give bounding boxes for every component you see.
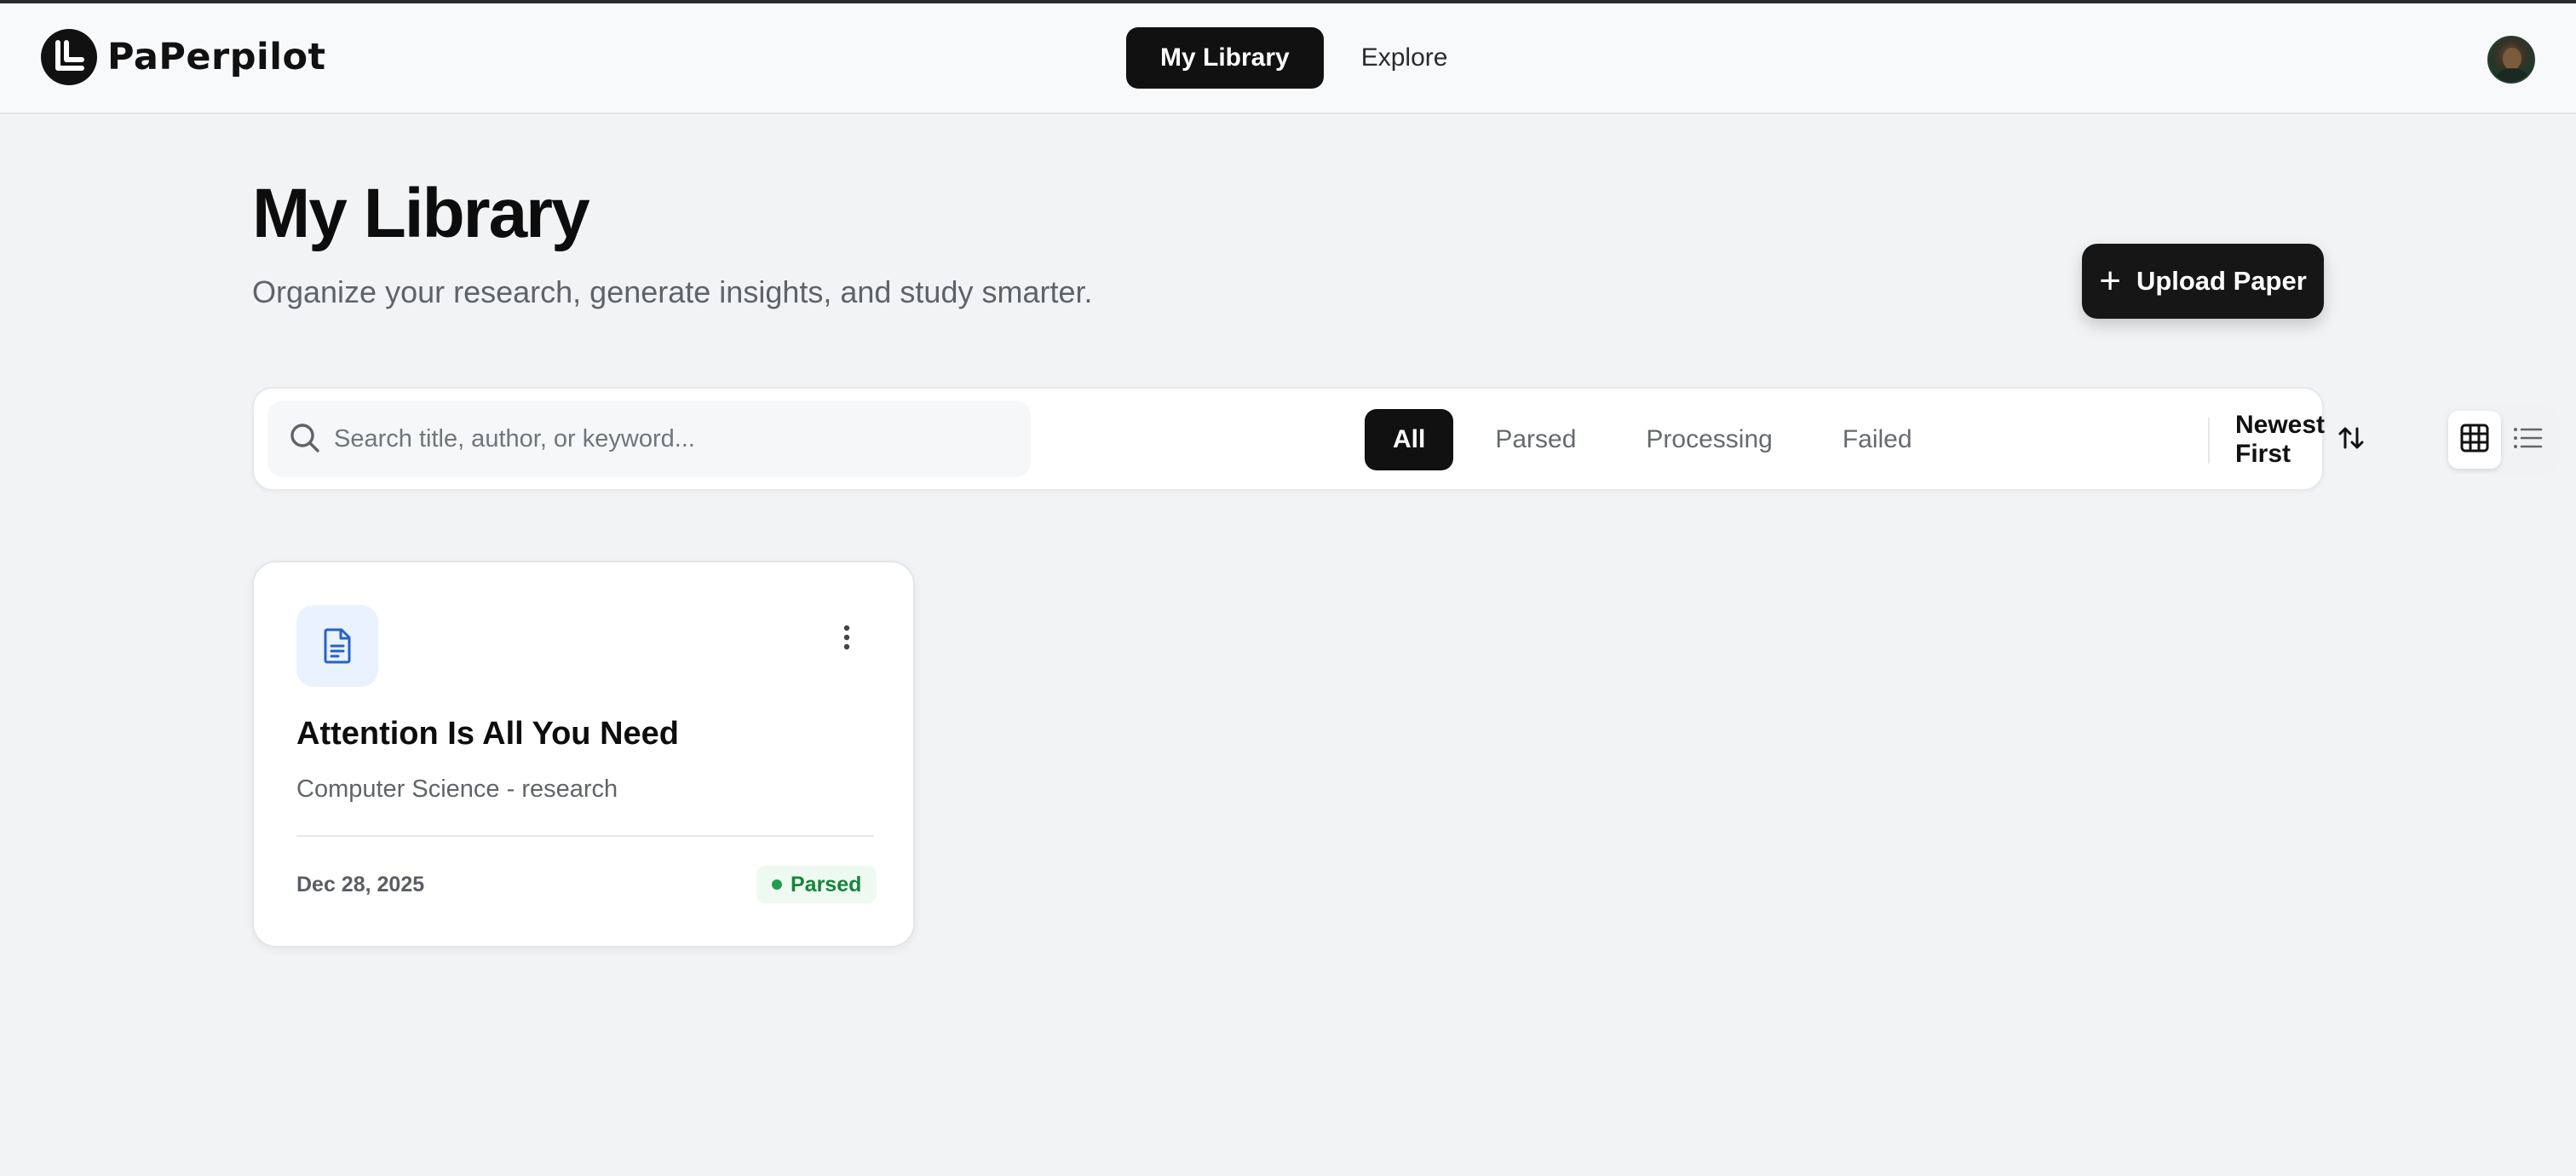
grid-icon: [2459, 423, 2490, 458]
paper-title[interactable]: Attention Is All You Need: [296, 716, 679, 752]
filter-failed[interactable]: Failed: [1814, 409, 1941, 470]
list-icon: [2512, 423, 2543, 458]
view-toggle: [2443, 406, 2559, 474]
user-avatar[interactable]: [2487, 36, 2535, 84]
page-title: My Library: [252, 175, 590, 252]
library-toolbar: All Parsed Processing Failed Newest Firs…: [252, 387, 2559, 491]
card-divider: [296, 835, 874, 837]
sort-label: Newest First: [2235, 411, 2326, 468]
avatar-face: [2503, 48, 2521, 70]
sort-arrows-icon: [2337, 424, 2366, 457]
document-icon: [296, 605, 378, 687]
nav-tab-my-library[interactable]: My Library: [1126, 27, 1324, 89]
filter-processing[interactable]: Processing: [1618, 409, 1800, 470]
status-text: Parsed: [791, 872, 862, 896]
search-icon: [288, 421, 322, 459]
status-badge: Parsed: [756, 866, 877, 903]
list-view-button[interactable]: [2501, 411, 2554, 469]
paper-date: Dec 28, 2025: [296, 873, 425, 896]
toolbar-divider: [2208, 418, 2210, 464]
status-dot-icon: [772, 879, 782, 890]
status-filters: All Parsed Processing Failed: [1365, 409, 1954, 470]
search-box: [267, 401, 1031, 477]
main-nav: My Library Explore: [1126, 27, 1481, 89]
upload-paper-button[interactable]: + Upload Paper: [2082, 244, 2324, 319]
search-input[interactable]: [334, 416, 1015, 462]
paper-category: Computer Science - research: [296, 775, 618, 803]
filter-parsed[interactable]: Parsed: [1467, 409, 1604, 470]
brand[interactable]: PaPerpilot: [41, 29, 326, 85]
plus-icon: +: [2099, 260, 2121, 302]
more-vertical-icon[interactable]: [833, 620, 860, 654]
grid-view-button[interactable]: [2448, 411, 2501, 469]
paper-card[interactable]: Attention Is All You Need Computer Scien…: [252, 561, 915, 948]
brand-logo-icon: [41, 29, 97, 85]
filter-all[interactable]: All: [1365, 409, 1454, 470]
top-navbar: PaPerpilot My Library Explore: [0, 3, 2576, 114]
avatar-body: [2496, 68, 2528, 82]
page-subtitle: Organize your research, generate insight…: [252, 274, 1093, 309]
brand-name: PaPerpilot: [107, 36, 326, 78]
nav-tab-explore[interactable]: Explore: [1327, 27, 1482, 89]
upload-paper-label: Upload Paper: [2136, 266, 2307, 296]
sort-dropdown[interactable]: Newest First: [2235, 409, 2366, 470]
